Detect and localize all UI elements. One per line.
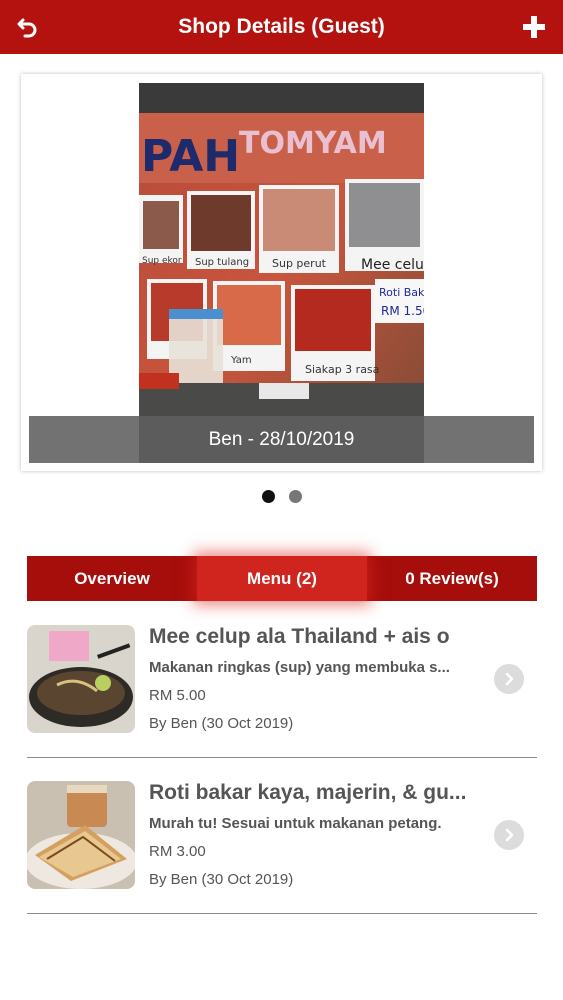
photo-gallery[interactable]: PAH TOMYAM Sup ekor Sup tulang Sup perut… [21, 74, 542, 471]
menu-item-price: RM 3.00 [149, 843, 206, 860]
menu-item[interactable]: Roti bakar kaya, majerin, & gu... Murah … [27, 758, 537, 914]
menu-item-price: RM 5.00 [149, 687, 206, 704]
label-siakap: Siakap 3 rasa [305, 363, 379, 376]
tab-overview[interactable]: Overview [27, 556, 197, 601]
chevron-right-icon[interactable] [494, 664, 524, 694]
pagination-dot-2[interactable] [288, 490, 302, 503]
menu-item-thumbnail [27, 625, 135, 733]
menu-list: Mee celup ala Thailand + ais o Makanan r… [27, 602, 537, 914]
menu-item-title: Mee celup ala Thailand + ais o [149, 625, 450, 648]
photo-caption: Ben - 28/10/2019 [29, 416, 534, 463]
label-roti-bakar: Roti Bakar [379, 286, 424, 299]
page-title: Shop Details (Guest) [178, 15, 385, 38]
menu-item-description: Murah tu! Sesuai untuk makanan petang. [149, 815, 442, 832]
banner-pah: PAH [141, 131, 240, 182]
back-arrow-icon[interactable] [14, 13, 42, 41]
label-sup-perut: Sup perut [272, 257, 327, 270]
menu-item-title: Roti bakar kaya, majerin, & gu... [149, 781, 467, 804]
chevron-right-icon[interactable] [494, 820, 524, 850]
plus-icon[interactable] [519, 12, 549, 42]
menu-item-thumbnail [27, 781, 135, 889]
menu-item[interactable]: Mee celup ala Thailand + ais o Makanan r… [27, 602, 537, 758]
tab-reviews[interactable]: 0 Review(s) [367, 556, 537, 601]
banner-tomyam: TOMYAM [239, 126, 387, 161]
pagination-dot-1[interactable] [261, 490, 275, 503]
label-sup-ekor: Sup ekor [142, 256, 182, 266]
shop-photo: PAH TOMYAM Sup ekor Sup tulang Sup perut… [139, 83, 424, 463]
detail-tabs: Overview Menu (2) 0 Review(s) [27, 556, 537, 601]
label-roti-price: RM 1.50 [381, 304, 424, 318]
menu-item-author: By Ben (30 Oct 2019) [149, 871, 294, 888]
label-mee-celup: Mee celup [361, 257, 424, 273]
gallery-pagination[interactable] [0, 490, 563, 504]
menu-item-description: Makanan ringkas (sup) yang membuka s... [149, 659, 450, 676]
tab-menu[interactable]: Menu (2) [197, 556, 367, 601]
label-sup-tulang: Sup tulang [195, 257, 249, 268]
label-yam: Yam [230, 355, 252, 366]
menu-item-author: By Ben (30 Oct 2019) [149, 715, 294, 732]
top-bar: Shop Details (Guest) [0, 0, 563, 54]
